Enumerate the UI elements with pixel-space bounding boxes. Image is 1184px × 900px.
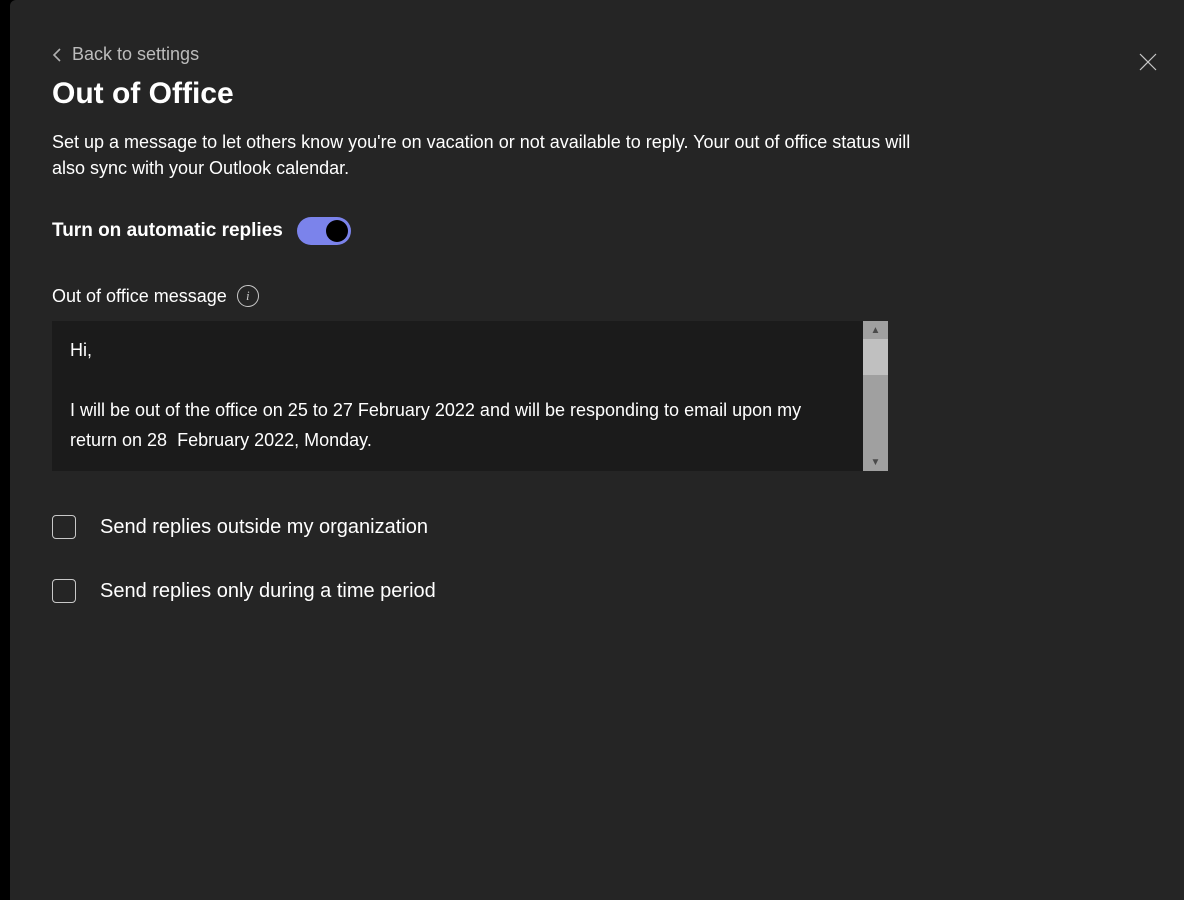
info-icon[interactable]: i bbox=[237, 285, 259, 307]
message-scrollbar[interactable]: ▲ ▼ bbox=[863, 321, 888, 471]
panel-content: Back to settings Out of Office Set up a … bbox=[10, 0, 1184, 603]
out-of-office-panel: Back to settings Out of Office Set up a … bbox=[10, 0, 1184, 900]
scroll-up-arrow-icon[interactable]: ▲ bbox=[863, 321, 888, 339]
send-outside-org-checkbox[interactable] bbox=[52, 515, 76, 539]
chevron-left-icon bbox=[52, 47, 62, 63]
time-period-label: Send replies only during a time period bbox=[100, 580, 436, 603]
out-of-office-message-input[interactable]: Hi, I will be out of the office on 25 to… bbox=[52, 321, 863, 471]
message-textarea-wrapper: Hi, I will be out of the office on 25 to… bbox=[52, 321, 888, 471]
scroll-track[interactable] bbox=[863, 339, 888, 453]
background-sliver bbox=[0, 0, 10, 900]
send-outside-org-row: Send replies outside my organization bbox=[52, 515, 1144, 539]
back-to-settings-link[interactable]: Back to settings bbox=[52, 44, 199, 65]
out-of-office-message-label: Out of office message bbox=[52, 286, 227, 307]
back-link-label: Back to settings bbox=[72, 44, 199, 65]
automatic-replies-toggle[interactable] bbox=[297, 217, 351, 245]
close-icon bbox=[1138, 52, 1158, 72]
scroll-thumb[interactable] bbox=[863, 339, 888, 375]
page-description: Set up a message to let others know you'… bbox=[52, 129, 922, 181]
close-button[interactable] bbox=[1134, 48, 1162, 76]
toggle-knob bbox=[326, 220, 348, 242]
scroll-down-arrow-icon[interactable]: ▼ bbox=[863, 453, 888, 471]
time-period-row: Send replies only during a time period bbox=[52, 579, 1144, 603]
send-outside-org-label: Send replies outside my organization bbox=[100, 516, 428, 539]
automatic-replies-label: Turn on automatic replies bbox=[52, 220, 283, 242]
automatic-replies-row: Turn on automatic replies bbox=[52, 217, 1144, 245]
time-period-checkbox[interactable] bbox=[52, 579, 76, 603]
page-title: Out of Office bbox=[52, 77, 1144, 111]
message-label-row: Out of office message i bbox=[52, 285, 1144, 307]
